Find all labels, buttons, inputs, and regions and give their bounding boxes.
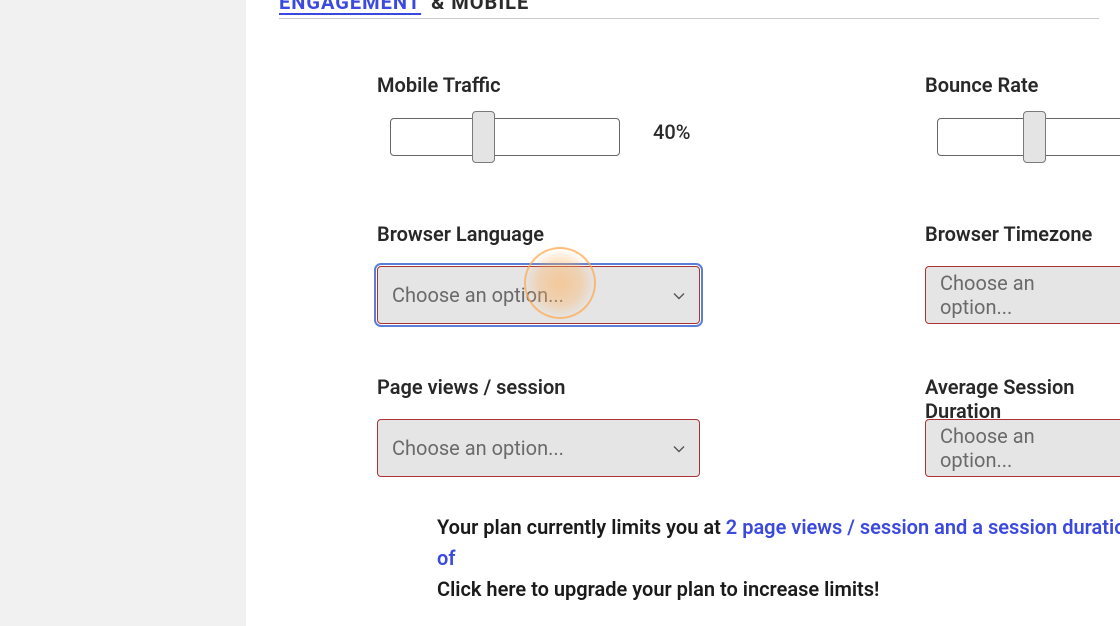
slider-handle[interactable]: [472, 111, 495, 163]
mobile-traffic-label: Mobile Traffic: [377, 73, 501, 97]
section-divider: [279, 18, 1099, 19]
mobile-traffic-slider[interactable]: [390, 111, 620, 163]
section-header: ENGAGEMENT & MOBILE: [279, 0, 529, 16]
plan-msg-prefix: Your plan currently limits you at: [437, 515, 726, 539]
chevron-down-icon: [673, 290, 685, 302]
mobile-traffic-value: 40%: [653, 120, 690, 144]
select-placeholder: Choose an option...: [392, 283, 564, 307]
slider-track: [390, 118, 620, 156]
browser-timezone-select[interactable]: Choose an option...: [925, 266, 1120, 324]
bounce-rate-label: Bounce Rate: [925, 73, 1038, 97]
select-placeholder: Choose an option...: [392, 436, 564, 460]
plan-limit-message: Your plan currently limits you at 2 page…: [437, 512, 1120, 605]
bounce-rate-slider[interactable]: [937, 111, 1120, 163]
sidebar: [0, 0, 246, 626]
slider-handle[interactable]: [1023, 111, 1046, 163]
section-title-accent: ENGAGEMENT: [279, 0, 421, 14]
pageviews-label: Page views / session: [377, 375, 565, 399]
select-placeholder: Choose an option...: [940, 424, 1110, 472]
pageviews-select[interactable]: Choose an option...: [377, 419, 700, 477]
chevron-down-icon: [673, 443, 685, 455]
plan-msg-line2[interactable]: Click here to upgrade your plan to incre…: [437, 577, 879, 601]
avg-session-select[interactable]: Choose an option...: [925, 419, 1120, 477]
section-title-rest: & MOBILE: [431, 0, 529, 14]
avg-session-label: Average Session Duration: [925, 375, 1120, 423]
browser-language-label: Browser Language: [377, 222, 544, 246]
browser-language-select[interactable]: Choose an option...: [377, 266, 700, 324]
main-content: ENGAGEMENT & MOBILE Mobile Traffic 40% B…: [246, 0, 1120, 626]
browser-timezone-label: Browser Timezone: [925, 222, 1092, 246]
select-placeholder: Choose an option...: [940, 271, 1110, 319]
